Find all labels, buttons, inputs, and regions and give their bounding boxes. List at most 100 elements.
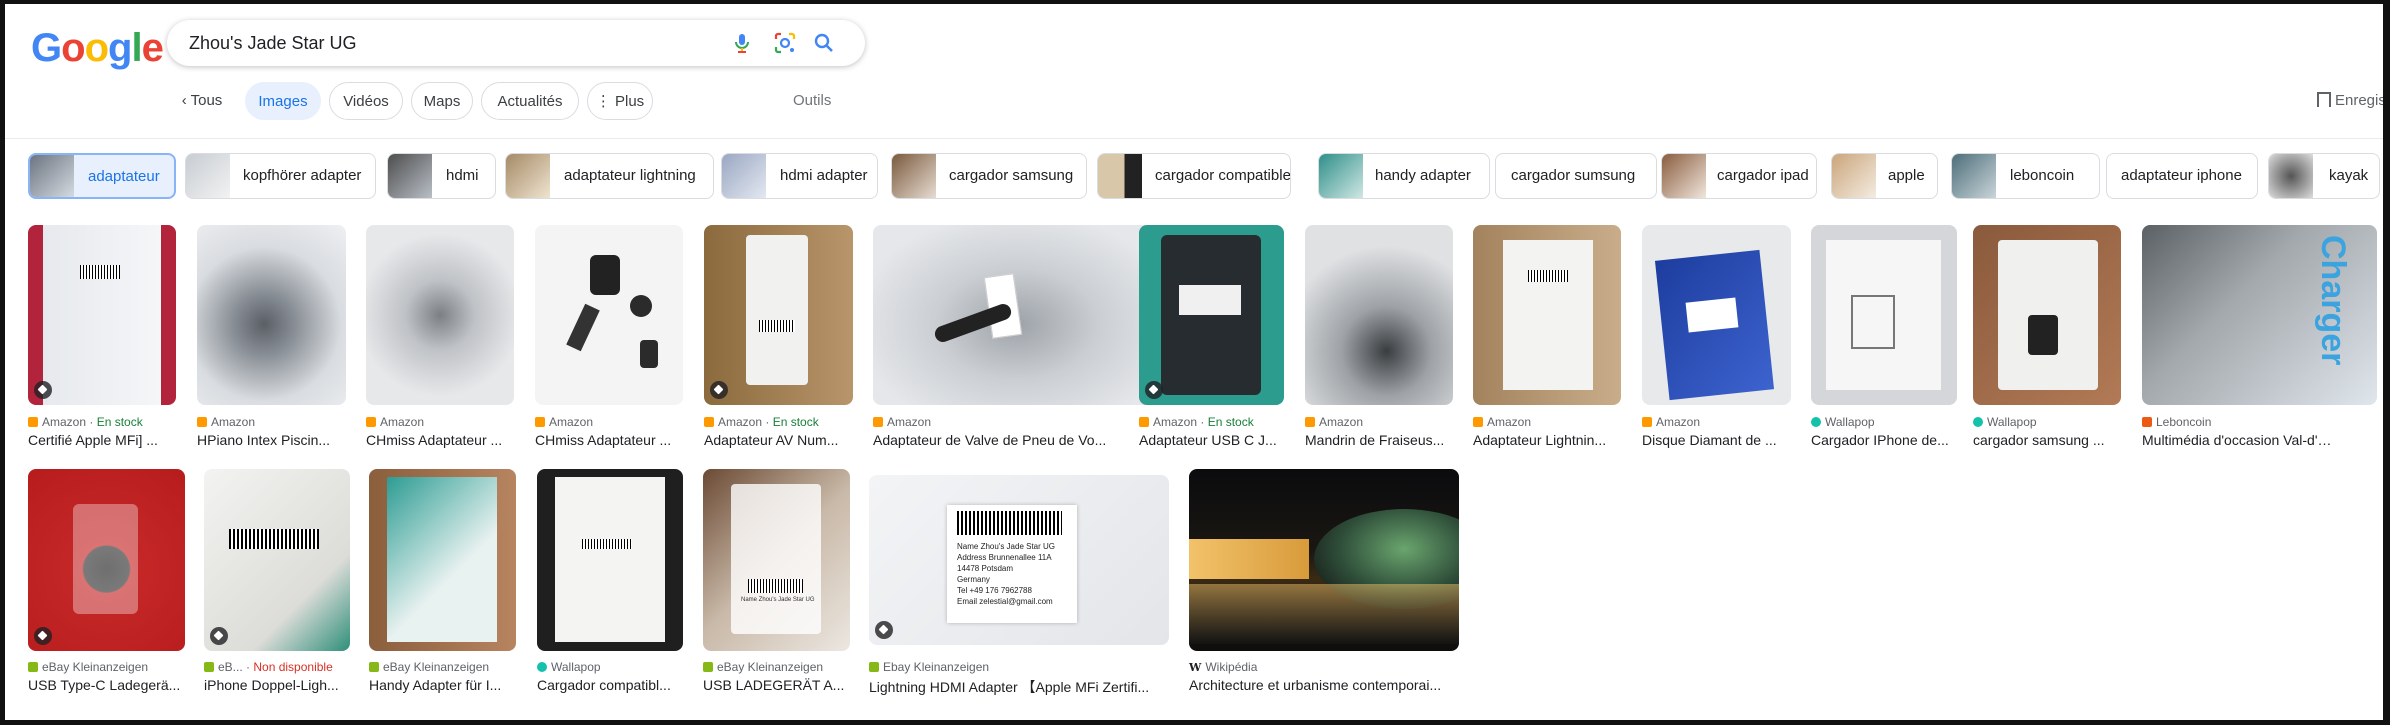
tab-more[interactable]: ⋮ Plus	[587, 82, 653, 120]
image-result[interactable]: eBay Kleinanzeigen USB Type-C Ladegerä..…	[28, 469, 188, 693]
tab-label: Tous	[190, 92, 223, 109]
result-title[interactable]: CHmiss Adaptateur ...	[366, 432, 514, 448]
chip-adaptateur[interactable]: adaptateur	[28, 153, 176, 199]
result-source: Amazon	[535, 415, 593, 429]
chip-thumbnail	[1662, 154, 1706, 198]
image-result[interactable]: W Wikipédia Architecture et urbanisme con…	[1189, 469, 1461, 693]
chip-cargador-compatible[interactable]: cargador compatible	[1097, 153, 1291, 199]
result-image[interactable]	[1811, 225, 1957, 405]
search-icon[interactable]	[812, 31, 836, 55]
result-title[interactable]: HPiano Intex Piscin...	[197, 432, 346, 448]
tab-videos[interactable]: Vidéos	[329, 82, 403, 120]
barcode-graphic	[759, 320, 795, 332]
image-result[interactable]: Name Zhou's Jade Star UG Address Brunnen…	[869, 475, 1175, 695]
image-result[interactable]: Amazon · En stock Adaptateur AV Num...	[704, 225, 856, 448]
result-title[interactable]: USB LADEGERÄT A...	[703, 677, 850, 693]
image-result[interactable]: Name Zhou's Jade Star UG eBay Kleinanzei…	[703, 469, 853, 693]
chip-kayak[interactable]: kayak	[2268, 153, 2380, 199]
result-image[interactable]	[1305, 225, 1453, 405]
result-title[interactable]: Adaptateur de Valve de Pneu de Vo...	[873, 432, 1161, 448]
result-title[interactable]: CHmiss Adaptateur ...	[535, 432, 683, 448]
result-title[interactable]: Lightning HDMI Adapter 【Apple MFi Zertif…	[869, 677, 1169, 697]
product-tag-icon	[710, 381, 728, 399]
result-image[interactable]	[1642, 225, 1791, 405]
chip-hdmi-adapter[interactable]: hdmi adapter	[721, 153, 878, 199]
microphone-icon[interactable]	[730, 31, 754, 55]
result-image[interactable]	[204, 469, 350, 651]
chip-apple[interactable]: apple	[1831, 153, 1938, 199]
result-title[interactable]: Adaptateur Lightnin...	[1473, 432, 1621, 448]
result-title[interactable]: Disque Diamant de ...	[1642, 432, 1791, 448]
result-image[interactable]: Name Zhou's Jade Star UG	[703, 469, 850, 651]
image-result[interactable]: Amazon Adaptateur Lightnin...	[1473, 225, 1625, 448]
image-result[interactable]: Amazon Adaptateur de Valve de Pneu de Vo…	[873, 225, 1163, 448]
result-image[interactable]	[369, 469, 516, 651]
chip-adaptateur-iphone[interactable]: adaptateur iphone	[2106, 153, 2258, 199]
result-title[interactable]: Multimédia d'occasion Val-d'Oise ...	[2142, 432, 2337, 448]
result-title[interactable]: USB Type-C Ladegerä...	[28, 677, 185, 693]
image-result[interactable]: Amazon · En stock Adaptateur USB C J...	[1139, 225, 1291, 448]
result-title[interactable]: Handy Adapter für I...	[369, 677, 516, 693]
result-source: Amazon	[197, 415, 255, 429]
image-result[interactable]: Amazon HPiano Intex Piscin...	[197, 225, 349, 448]
ebay-kleinanzeigen-favicon-icon	[869, 662, 879, 672]
result-title[interactable]: iPhone Doppel-Ligh...	[204, 677, 350, 693]
result-title[interactable]: Certifié Apple MFi] ...	[28, 432, 176, 448]
tools-button[interactable]: Outils	[793, 92, 831, 109]
result-title[interactable]: Mandrin de Fraiseus...	[1305, 432, 1453, 448]
image-result[interactable]: Amazon CHmiss Adaptateur ...	[366, 225, 518, 448]
image-result[interactable]: eB... · Non disponible iPhone Doppel-Lig…	[204, 469, 352, 693]
result-title[interactable]: Architecture et urbanisme contemporai...	[1189, 677, 1459, 693]
search-input[interactable]: Zhou's Jade Star UG	[189, 33, 357, 54]
image-result[interactable]: Wallapop Cargador compatibl...	[537, 469, 687, 693]
image-result[interactable]: Amazon Mandrin de Fraiseus...	[1305, 225, 1457, 448]
tab-all[interactable]: ‹ Tous	[167, 82, 237, 120]
result-title[interactable]: Adaptateur AV Num...	[704, 432, 853, 448]
chip-adaptateur-lightning[interactable]: adaptateur lightning	[505, 153, 714, 199]
result-title[interactable]: Cargador IPhone de...	[1811, 432, 1957, 448]
image-result[interactable]: Amazon CHmiss Adaptateur ...	[535, 225, 687, 448]
result-image[interactable]	[28, 225, 176, 405]
image-result[interactable]: Charger Leboncoin Multimédia d'occasion …	[2142, 225, 2378, 448]
image-result[interactable]: eBay Kleinanzeigen Handy Adapter für I..…	[369, 469, 519, 693]
tab-news[interactable]: Actualités	[481, 82, 579, 120]
result-image[interactable]	[197, 225, 346, 405]
chip-cargador-ipad[interactable]: cargador ipad	[1661, 153, 1817, 199]
tab-images[interactable]: Images	[245, 82, 321, 120]
image-result[interactable]: Wallapop cargador samsung ...	[1973, 225, 2125, 448]
google-lens-icon[interactable]	[773, 31, 797, 55]
chip-label: hdmi adapter	[780, 167, 868, 184]
chip-cargador-samsung[interactable]: cargador samsung	[891, 153, 1087, 199]
chip-kopfhorer-adapter[interactable]: kopfhörer adapter	[185, 153, 376, 199]
result-image[interactable]	[366, 225, 514, 405]
image-result[interactable]: Wallapop Cargador IPhone de...	[1811, 225, 1963, 448]
result-image[interactable]	[537, 469, 683, 651]
result-image[interactable]	[1973, 225, 2121, 405]
result-image[interactable]	[1139, 225, 1284, 405]
chip-hdmi[interactable]: hdmi	[387, 153, 496, 199]
image-result[interactable]: Amazon Disque Diamant de ...	[1642, 225, 1794, 448]
search-box[interactable]: Zhou's Jade Star UG	[167, 20, 865, 66]
result-image[interactable]: Charger	[2142, 225, 2377, 405]
result-source: Wallapop	[1973, 415, 2037, 429]
result-image[interactable]	[535, 225, 683, 405]
image-result[interactable]: Amazon · En stock Certifié Apple MFi] ..…	[28, 225, 180, 448]
google-logo[interactable]: Google	[31, 26, 164, 70]
chip-label: hdmi	[446, 167, 479, 184]
result-source: W Wikipédia	[1189, 660, 1257, 674]
result-image[interactable]	[704, 225, 853, 405]
result-image[interactable]	[873, 225, 1161, 405]
result-title[interactable]: cargador samsung ...	[1973, 432, 2121, 448]
saved-button[interactable]: Enregis	[2317, 92, 2383, 109]
result-title[interactable]: Cargador compatibl...	[537, 677, 683, 693]
chip-cargador-sumsung[interactable]: cargador sumsung	[1495, 153, 1657, 199]
chip-handy-adapter[interactable]: handy adapter	[1318, 153, 1490, 199]
tab-maps[interactable]: Maps	[411, 82, 473, 120]
result-image[interactable]	[1473, 225, 1621, 405]
chip-leboncoin[interactable]: leboncoin	[1951, 153, 2100, 199]
result-image[interactable]	[28, 469, 185, 651]
result-image[interactable]	[1189, 469, 1459, 651]
tab-label: Plus	[614, 93, 645, 110]
result-image[interactable]: Name Zhou's Jade Star UG Address Brunnen…	[869, 475, 1169, 645]
result-title[interactable]: Adaptateur USB C J...	[1139, 432, 1284, 448]
